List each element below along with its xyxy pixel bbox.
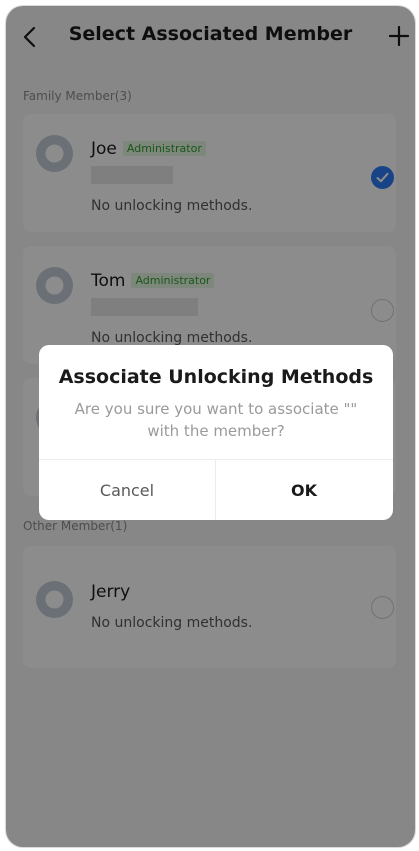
confirm-dialog: Associate Unlocking Methods Are you sure… [39, 345, 393, 520]
dialog-message: Are you sure you want to associate "" wi… [74, 400, 358, 440]
dialog-title: Associate Unlocking Methods [58, 366, 374, 388]
cancel-button[interactable]: Cancel [39, 460, 215, 520]
phone-frame: Select Associated Member Family Member(3… [5, 5, 416, 848]
ok-button[interactable]: OK [216, 460, 392, 520]
